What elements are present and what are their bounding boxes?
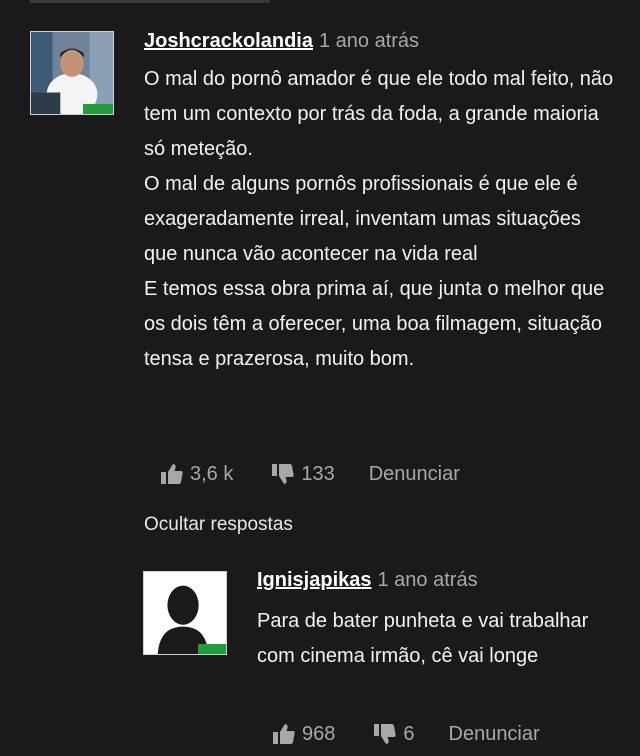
- reply-comment: Ignisjapikas 1 ano atrás Para de bater pu…: [0, 0, 640, 756]
- thumbs-up-icon: [273, 724, 295, 744]
- reply-header: Ignisjapikas 1 ano atrás: [257, 568, 478, 594]
- reply-paragraph: Para de bater punheta e vai trabalhar co…: [257, 610, 589, 667]
- reply-timestamp: 1 ano atrás: [377, 569, 478, 591]
- reply-like-count: 968: [302, 722, 336, 745]
- reply-dislike-count: 6: [403, 722, 415, 745]
- reply-text: Para de bater punheta e vai trabalhar co…: [257, 604, 602, 674]
- reply-report-button[interactable]: Denunciar: [449, 723, 540, 746]
- brazil-flag-icon: [198, 643, 226, 654]
- reply-avatar[interactable]: [143, 571, 227, 655]
- reply-actions: 968 6 Denunciar: [272, 722, 540, 746]
- reply-username-link[interactable]: Ignisjapikas: [257, 569, 372, 591]
- thumbs-down-icon: [374, 724, 397, 744]
- reply-dislike-button[interactable]: 6: [373, 722, 415, 746]
- reply-like-button[interactable]: 968: [272, 722, 335, 746]
